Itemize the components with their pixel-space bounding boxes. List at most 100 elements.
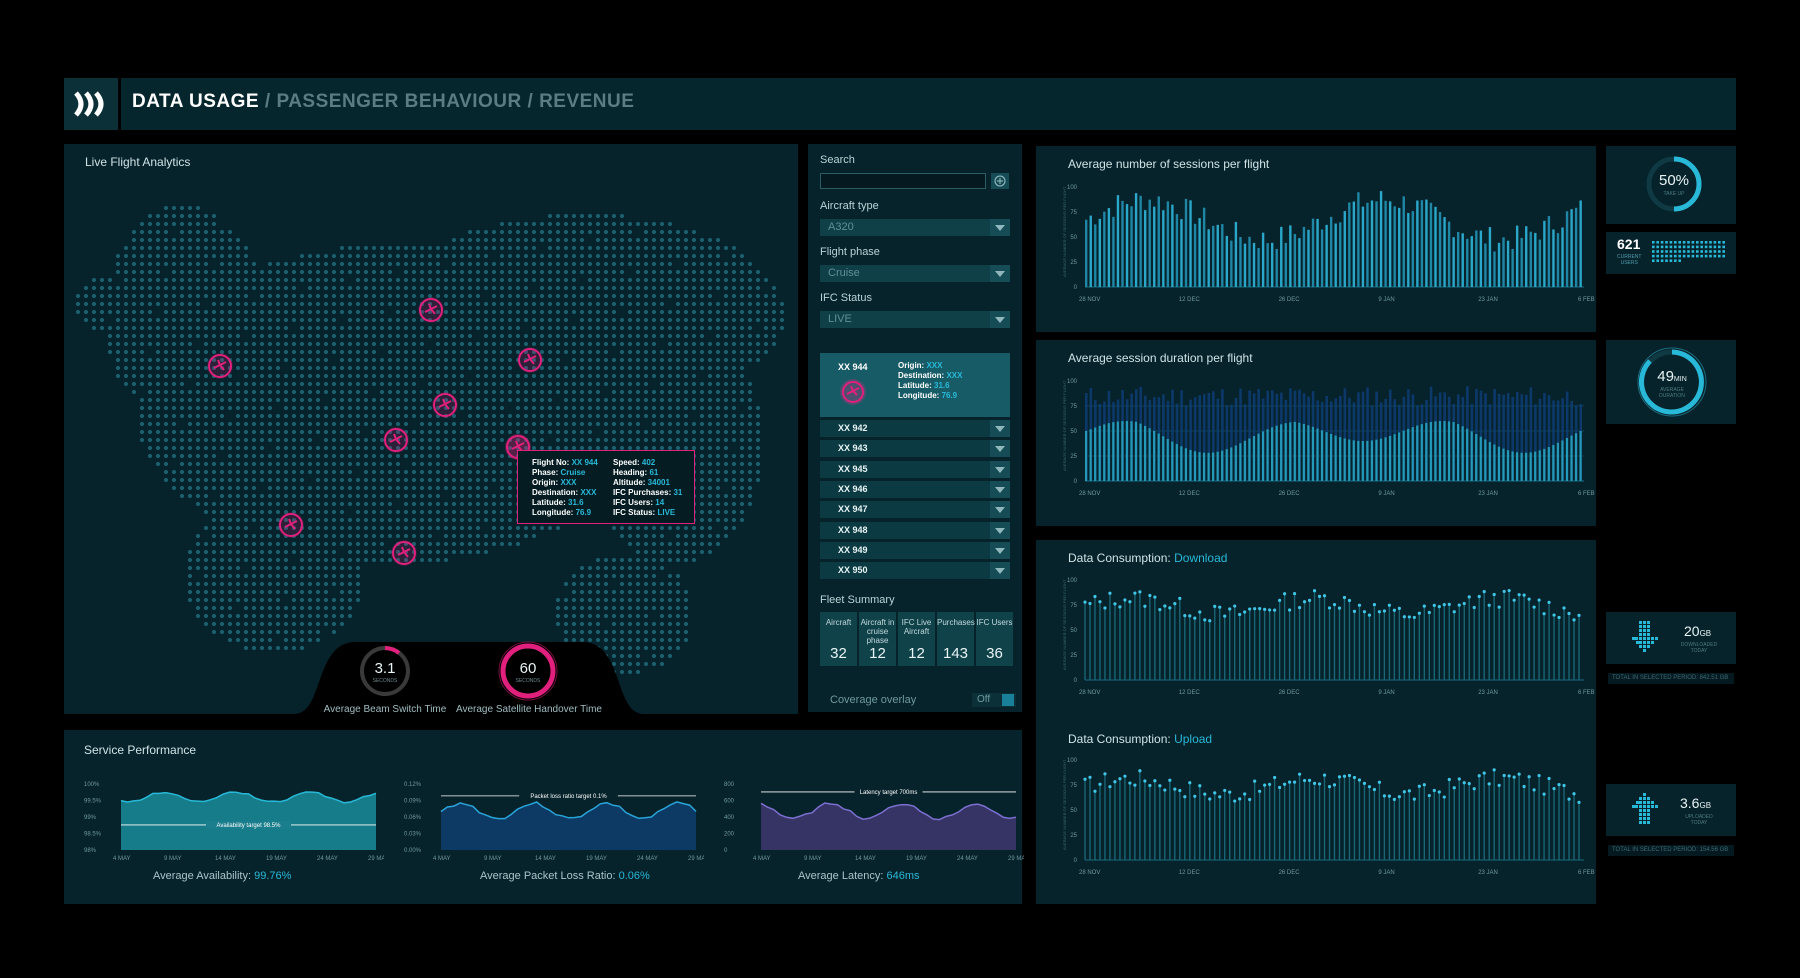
map-dot — [572, 414, 576, 418]
map-dot — [676, 398, 680, 402]
chevron-down-icon[interactable] — [990, 219, 1010, 236]
map-dot — [228, 502, 232, 506]
upload-lollipop-chart[interactable]: 100755025028 NOV 12 DEC 26 DEC 9 JAN 23 JAN 6… — [1036, 746, 1596, 904]
map-dot — [372, 326, 376, 330]
chevron-down-icon[interactable] — [990, 481, 1010, 498]
download-lollipop-chart[interactable]: 100755025028 NOV 12 DEC 26 DEC 9 JAN 23 JAN 6… — [1036, 566, 1596, 726]
chevron-down-icon[interactable] — [990, 522, 1010, 539]
search-input[interactable] — [820, 173, 986, 189]
map-dot — [604, 566, 608, 570]
lollipop-point — [1263, 607, 1267, 611]
flight-list-item[interactable]: XX 950 — [820, 562, 1010, 579]
map-dot — [508, 526, 512, 530]
map-dot — [292, 542, 296, 546]
map-dot — [252, 638, 256, 642]
chevron-down-icon[interactable] — [990, 562, 1010, 579]
flight-phase-select[interactable]: Cruise — [820, 265, 1010, 282]
flight-list-item[interactable]: XX 943 — [820, 440, 1010, 457]
map-dot — [644, 230, 648, 234]
value: 20 — [1684, 623, 1700, 639]
aircraft-type-value: A320 — [828, 221, 854, 233]
chevron-down-icon[interactable] — [990, 501, 1010, 518]
map-dot — [268, 478, 272, 482]
map-dot — [708, 542, 712, 546]
lollipop-point — [1203, 792, 1207, 796]
chevron-down-icon[interactable] — [990, 440, 1010, 457]
map-dot — [244, 534, 248, 538]
map-dot — [292, 310, 296, 314]
map-dot — [684, 614, 688, 618]
lollipop-point — [1312, 589, 1317, 593]
flight-list-item[interactable]: XX 949 — [820, 542, 1010, 559]
map-dot — [620, 278, 624, 282]
map-dot — [612, 566, 616, 570]
plane-marker-icon[interactable] — [391, 540, 417, 566]
plane-marker-icon[interactable] — [418, 297, 444, 323]
selected-flight-card[interactable]: XX 944 Origin: XXX Destination: XXX Lati… — [820, 353, 1010, 417]
flight-list-item[interactable]: XX 945 — [820, 461, 1010, 478]
map-dot — [316, 582, 320, 586]
map-dot — [244, 262, 248, 266]
coverage-overlay-toggle[interactable]: Off — [972, 693, 1016, 707]
lollipop-point — [1352, 775, 1357, 780]
user-dot — [1691, 254, 1695, 258]
map-dot — [292, 502, 296, 506]
plane-marker-icon[interactable] — [383, 427, 409, 453]
map-dot — [492, 246, 496, 250]
flight-list-item[interactable]: XX 947 — [820, 501, 1010, 518]
map-dot — [244, 494, 248, 498]
sessions-bar-chart[interactable]: 100755025028 NOV 12 DEC 26 DEC 9 JAN 23 JAN 6… — [1036, 172, 1596, 332]
chevron-down-icon[interactable] — [990, 265, 1010, 282]
lollipop-point — [1557, 615, 1561, 620]
map-dot — [196, 430, 200, 434]
map-dot — [348, 302, 352, 306]
map-dot — [620, 326, 624, 330]
map-dot — [204, 238, 208, 242]
duration-bar-chart[interactable]: 100755025028 NOV 12 DEC 26 DEC 9 JAN 23 JAN 6… — [1036, 366, 1596, 526]
bar — [1420, 424, 1423, 481]
aircraft-type-select[interactable]: A320 — [820, 219, 1010, 236]
map-dot — [268, 438, 272, 442]
crumb-passenger-behaviour[interactable]: PASSENGER BEHAVIOUR — [276, 91, 521, 112]
map-dot — [268, 590, 272, 594]
world-dot-map[interactable] — [64, 144, 798, 714]
flight-list-item[interactable]: XX 946 — [820, 481, 1010, 498]
map-dot — [404, 358, 408, 362]
map-dot — [212, 310, 216, 314]
map-dot — [420, 462, 424, 466]
map-dot — [340, 350, 344, 354]
map-dot — [660, 606, 664, 610]
plane-marker-icon[interactable] — [517, 347, 543, 373]
chevron-down-icon[interactable] — [990, 311, 1010, 328]
flight-list-item[interactable]: XX 942 — [820, 420, 1010, 437]
search-icon[interactable] — [991, 173, 1009, 189]
flight-list-item[interactable]: XX 948 — [820, 522, 1010, 539]
map-dot — [308, 542, 312, 546]
map-dot — [236, 470, 240, 474]
user-dot — [1696, 245, 1699, 249]
crumb-revenue[interactable]: REVENUE — [539, 91, 634, 112]
map-dot — [236, 430, 240, 434]
plane-marker-icon[interactable] — [207, 353, 233, 379]
map-dot — [476, 414, 480, 418]
bar — [1561, 440, 1564, 481]
plane-marker-icon[interactable] — [432, 392, 458, 418]
map-dot — [716, 350, 720, 354]
lollipop-point — [1422, 604, 1426, 608]
lollipop-point — [1572, 618, 1576, 622]
map-dot — [172, 390, 176, 394]
map-dot — [692, 278, 696, 282]
map-dot — [628, 398, 632, 402]
lollipop-point — [1497, 783, 1501, 787]
brand-logo[interactable] — [64, 78, 121, 130]
map-dot — [148, 342, 152, 346]
map-dot — [324, 502, 328, 506]
ifc-status-select[interactable]: LIVE — [820, 311, 1010, 328]
chevron-down-icon[interactable] — [990, 420, 1010, 437]
chevron-down-icon[interactable] — [990, 542, 1010, 559]
map-dot — [708, 422, 712, 426]
crumb-data-usage[interactable]: DATA USAGE — [132, 91, 259, 112]
plane-marker-icon[interactable] — [278, 512, 304, 538]
chevron-down-icon[interactable] — [990, 461, 1010, 478]
user-dot — [1660, 254, 1664, 258]
